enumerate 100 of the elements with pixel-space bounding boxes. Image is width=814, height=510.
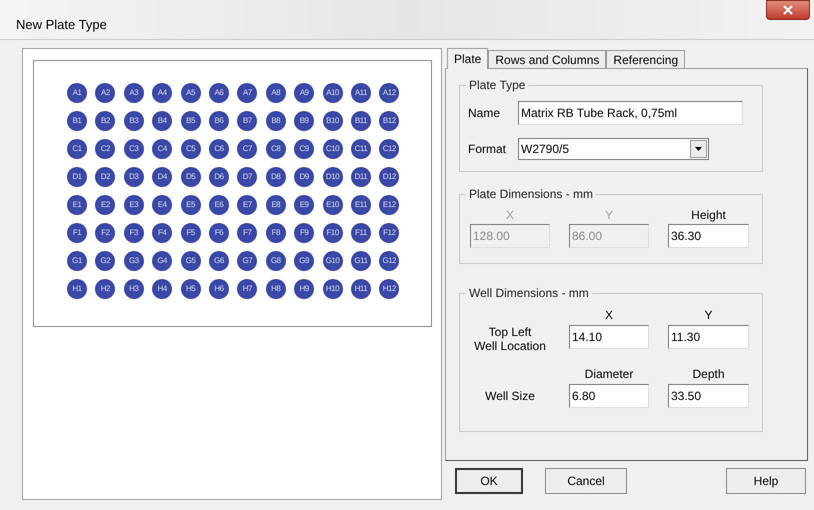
well: F1 (67, 223, 87, 243)
well: D3 (124, 167, 144, 187)
well: B4 (152, 111, 172, 131)
well: A4 (152, 83, 172, 103)
well: A10 (322, 83, 343, 103)
well: G4 (152, 251, 172, 271)
row-label: Well Size (484, 389, 536, 403)
close-button[interactable] (766, 0, 810, 20)
group-title: Well Dimensions - mm (466, 286, 592, 300)
well: H11 (350, 279, 371, 299)
well: F10 (322, 223, 343, 243)
well: B3 (124, 111, 144, 131)
close-icon (783, 5, 793, 15)
well: A6 (208, 83, 229, 103)
well: D7 (237, 167, 258, 187)
well: C12 (379, 139, 400, 159)
well: C10 (322, 139, 343, 159)
well: H5 (180, 279, 201, 299)
format-dropdown[interactable]: W2790/5 (518, 138, 709, 160)
well: B7 (237, 111, 258, 131)
input-field[interactable]: 36.30 (668, 224, 749, 248)
column-label: Y (604, 208, 614, 222)
well: C6 (208, 139, 229, 159)
well: B2 (95, 111, 116, 131)
well: C7 (237, 139, 258, 159)
well: H1 (67, 279, 87, 299)
well: B9 (294, 111, 314, 131)
well: D8 (266, 167, 286, 187)
well: A1 (67, 83, 87, 103)
input-field[interactable]: 11.30 (668, 325, 749, 349)
input-field[interactable]: 6.80 (569, 384, 649, 408)
well: D2 (95, 167, 116, 187)
well: E3 (124, 195, 144, 215)
well: E12 (379, 195, 400, 215)
well: E1 (67, 195, 87, 215)
well: F5 (180, 223, 201, 243)
input-field[interactable]: 14.10 (569, 325, 649, 349)
well: F12 (379, 223, 400, 243)
well: C4 (152, 139, 172, 159)
well: A3 (124, 83, 144, 103)
tab[interactable]: Referencing (606, 50, 686, 68)
well: B12 (379, 111, 400, 131)
well: G7 (237, 251, 258, 271)
well: F4 (152, 223, 172, 243)
well: B8 (266, 111, 286, 131)
well: E9 (294, 195, 314, 215)
well: A8 (266, 83, 286, 103)
well: D12 (379, 167, 400, 187)
dropdown-button[interactable] (690, 140, 707, 158)
well: D9 (294, 167, 314, 187)
well: B6 (208, 111, 229, 131)
well: D11 (350, 167, 371, 187)
input-field[interactable]: Matrix RB Tube Rack, 0,75ml (518, 101, 743, 125)
well: G3 (124, 251, 144, 271)
well: G6 (208, 251, 229, 271)
well: H8 (266, 279, 286, 299)
well: G5 (180, 251, 201, 271)
dialog-button[interactable]: OK (455, 468, 523, 494)
well: B1 (67, 111, 87, 131)
well: C8 (266, 139, 286, 159)
well: C9 (294, 139, 314, 159)
well: D6 (208, 167, 229, 187)
input-field[interactable]: 33.50 (668, 384, 749, 408)
well: G8 (266, 251, 286, 271)
well: F11 (350, 223, 371, 243)
well: H7 (237, 279, 258, 299)
tab[interactable]: Rows and Columns (488, 50, 606, 68)
well: G11 (350, 251, 371, 271)
tab[interactable]: Plate (447, 48, 488, 69)
well: F2 (95, 223, 116, 243)
well: D10 (322, 167, 343, 187)
well: E5 (180, 195, 201, 215)
well: E11 (350, 195, 371, 215)
well: E7 (237, 195, 258, 215)
well: D5 (180, 167, 201, 187)
well: A12 (379, 83, 400, 103)
well: C11 (350, 139, 371, 159)
field-label: Format (468, 141, 508, 158)
well: C1 (67, 139, 87, 159)
well: H2 (95, 279, 116, 299)
well: E6 (208, 195, 229, 215)
window-title: New Plate Type (16, 17, 107, 33)
well: A2 (95, 83, 116, 103)
dialog-button[interactable]: Help (726, 468, 806, 494)
column-label: X (504, 208, 515, 222)
column-label: Diameter (584, 367, 634, 381)
well: H3 (124, 279, 144, 299)
well: F8 (266, 223, 286, 243)
well: H12 (379, 279, 400, 299)
well: G2 (95, 251, 116, 271)
column-label: Depth (691, 367, 726, 381)
well: G12 (379, 251, 400, 271)
well: F7 (237, 223, 258, 243)
well: G9 (294, 251, 314, 271)
caret-icon (695, 147, 702, 151)
dialog-button[interactable]: Cancel (545, 468, 627, 494)
well: G10 (322, 251, 343, 271)
field-label: Name (468, 105, 502, 122)
well: B5 (180, 111, 201, 131)
well: C3 (124, 139, 144, 159)
